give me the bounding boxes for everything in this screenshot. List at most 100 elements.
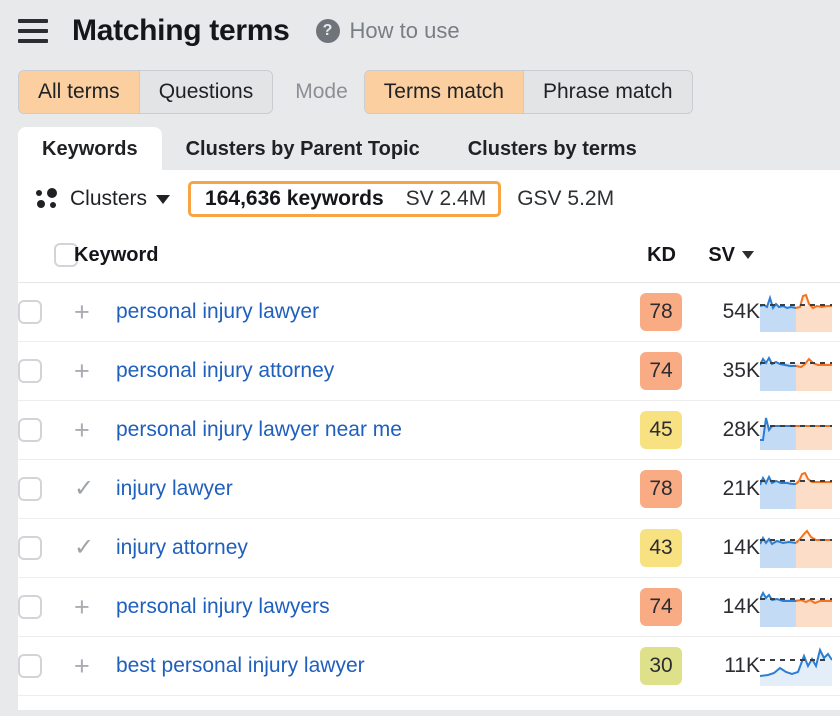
keyword-link[interactable]: injury attorney xyxy=(116,536,248,559)
segment-questions[interactable]: Questions xyxy=(138,71,273,113)
kd-badge: 74 xyxy=(640,588,682,626)
table-row[interactable]: ✓ injury lawyer 78 21K xyxy=(18,459,840,519)
keywords-panel: Clusters 164,636 keywords SV 2.4M GSV 5.… xyxy=(18,170,840,710)
trend-cell xyxy=(760,577,840,637)
keyword-cell: personal injury lawyer xyxy=(116,282,610,342)
tab-bar: Keywords Clusters by Parent Topic Cluste… xyxy=(0,122,840,170)
clusters-dropdown-label: Clusters xyxy=(70,187,148,210)
mode-label: Mode xyxy=(295,80,348,103)
kd-cell: 74 xyxy=(610,341,682,401)
check-icon[interactable]: ✓ xyxy=(74,477,94,501)
table-row[interactable]: + personal injury lawyers 74 14K xyxy=(18,577,840,637)
row-checkbox[interactable] xyxy=(18,300,42,324)
table-row[interactable]: + personal injury attorney 74 35K xyxy=(18,341,840,401)
row-checkbox[interactable] xyxy=(18,536,42,560)
kd-badge: 78 xyxy=(640,470,682,508)
table-body: + personal injury lawyer 78 54K + person… xyxy=(18,282,840,696)
sort-descending-caret-icon xyxy=(742,251,754,259)
table-row[interactable]: + personal injury lawyer 78 54K xyxy=(18,282,840,342)
plus-icon[interactable]: + xyxy=(74,652,90,680)
plus-icon[interactable]: + xyxy=(74,357,90,385)
row-action-cell: + xyxy=(74,577,116,637)
keywords-table: Keyword KD SV + personal injury lawyer 7… xyxy=(18,228,840,696)
row-select-cell xyxy=(18,636,74,696)
stats-highlight-box: 164,636 keywords SV 2.4M xyxy=(188,181,502,217)
row-action-cell: ✓ xyxy=(74,459,116,519)
table-row[interactable]: ✓ injury attorney 43 14K xyxy=(18,518,840,578)
segment-terms-match[interactable]: Terms match xyxy=(364,71,523,113)
kd-badge: 45 xyxy=(640,411,682,449)
row-checkbox[interactable] xyxy=(18,477,42,501)
keyword-cell: personal injury lawyers xyxy=(116,577,610,637)
sv-cell: 35K xyxy=(682,341,760,401)
sparkline-chart xyxy=(760,647,832,686)
page-title: Matching terms xyxy=(72,14,290,47)
trend-cell xyxy=(760,341,840,401)
table-header-row: Keyword KD SV xyxy=(18,228,840,283)
top-header-bar: Matching terms ? How to use xyxy=(0,0,840,62)
filter-controls: All terms Questions Mode Terms match Phr… xyxy=(0,62,840,122)
keyword-link[interactable]: injury lawyer xyxy=(116,477,233,500)
trend-cell xyxy=(760,518,840,578)
table-row[interactable]: + personal injury lawyer near me 45 28K xyxy=(18,400,840,460)
hamburger-line xyxy=(18,19,48,23)
row-checkbox[interactable] xyxy=(18,418,42,442)
keyword-cell: best personal injury lawyer xyxy=(116,636,610,696)
keyword-link[interactable]: personal injury lawyer near me xyxy=(116,418,402,441)
plus-icon[interactable]: + xyxy=(74,416,90,444)
keyword-link[interactable]: personal injury lawyers xyxy=(116,595,330,618)
keyword-link[interactable]: personal injury attorney xyxy=(116,359,334,382)
trend-cell xyxy=(760,636,840,696)
kd-cell: 43 xyxy=(610,518,682,578)
keyword-column-header[interactable]: Keyword xyxy=(74,228,610,283)
segment-all-terms[interactable]: All terms xyxy=(19,71,139,113)
sparkline-chart xyxy=(760,293,832,332)
row-checkbox[interactable] xyxy=(18,595,42,619)
row-select-cell xyxy=(18,518,74,578)
kd-cell: 45 xyxy=(610,400,682,460)
plus-icon[interactable]: + xyxy=(74,593,90,621)
hamburger-line xyxy=(18,39,48,43)
row-select-cell xyxy=(18,341,74,401)
how-to-use-label: How to use xyxy=(349,18,460,43)
row-select-cell xyxy=(18,459,74,519)
how-to-use-link[interactable]: ? How to use xyxy=(315,18,460,44)
summary-bar: Clusters 164,636 keywords SV 2.4M GSV 5.… xyxy=(18,170,840,228)
row-checkbox[interactable] xyxy=(18,359,42,383)
keyword-cell: injury lawyer xyxy=(116,459,610,519)
sv-cell: 54K xyxy=(682,282,760,342)
global-search-volume-total: GSV 5.2M xyxy=(517,187,615,210)
row-checkbox[interactable] xyxy=(18,654,42,678)
segment-phrase-match[interactable]: Phrase match xyxy=(522,71,692,113)
hamburger-line xyxy=(18,29,48,33)
tab-clusters-by-parent-topic[interactable]: Clusters by Parent Topic xyxy=(162,127,444,170)
tab-clusters-by-terms[interactable]: Clusters by terms xyxy=(444,127,661,170)
sparkline-chart xyxy=(760,529,832,568)
sv-column-header[interactable]: SV xyxy=(682,228,760,283)
table-header: Keyword KD SV xyxy=(18,228,840,283)
row-select-cell xyxy=(18,282,74,342)
keyword-link[interactable]: personal injury lawyer xyxy=(116,300,319,323)
kd-cell: 78 xyxy=(610,459,682,519)
row-select-cell xyxy=(18,400,74,460)
row-action-cell: + xyxy=(74,282,116,342)
plus-icon[interactable]: + xyxy=(74,298,90,326)
table-row[interactable]: + best personal injury lawyer 30 11K xyxy=(18,636,840,696)
check-icon[interactable]: ✓ xyxy=(74,536,94,560)
chevron-down-icon xyxy=(156,194,171,204)
sparkline-chart xyxy=(760,417,832,450)
sparkline-chart xyxy=(760,471,832,509)
hamburger-menu-icon[interactable] xyxy=(18,18,48,44)
search-volume-total: SV 2.4M xyxy=(405,187,487,210)
clusters-dropdown[interactable]: Clusters xyxy=(36,187,171,211)
tab-keywords[interactable]: Keywords xyxy=(18,127,162,170)
row-action-cell: + xyxy=(74,400,116,460)
row-action-cell: + xyxy=(74,636,116,696)
sv-cell: 14K xyxy=(682,518,760,578)
keywords-count: 164,636 keywords xyxy=(205,187,384,210)
sv-cell: 28K xyxy=(682,400,760,460)
keyword-link[interactable]: best personal injury lawyer xyxy=(116,654,365,677)
terms-segmented-control: All terms Questions xyxy=(18,70,274,114)
kd-cell: 30 xyxy=(610,636,682,696)
kd-column-header[interactable]: KD xyxy=(610,228,682,283)
